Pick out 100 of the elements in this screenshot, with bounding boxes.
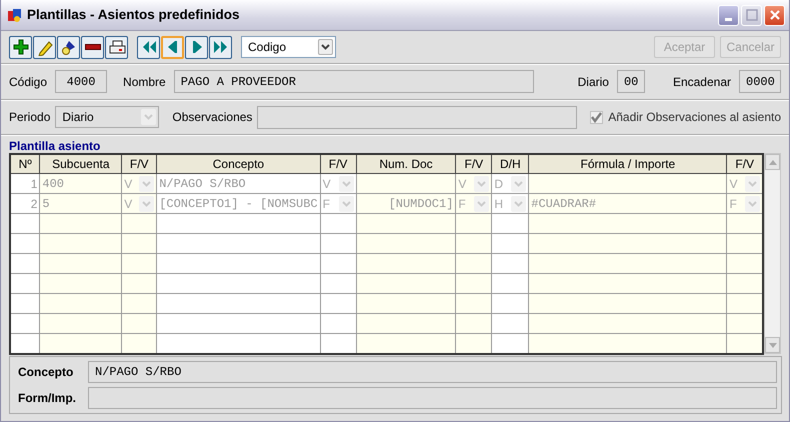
table-cell <box>122 274 157 294</box>
concept-field[interactable]: N/PAGO S/RBO <box>88 361 777 383</box>
table-cell <box>456 334 492 354</box>
table-cell <box>492 254 529 274</box>
window-title: Plantillas - Asientos predefinidos <box>27 6 241 24</box>
minus-button[interactable] <box>81 36 104 58</box>
caret-icon <box>514 200 524 206</box>
app-icon <box>7 7 23 23</box>
add-button[interactable] <box>9 36 32 58</box>
caret-icon <box>748 180 757 186</box>
column-header: Fórmula / Importe <box>528 154 727 174</box>
check-icon <box>591 112 602 122</box>
journal-field[interactable]: 00 <box>616 70 645 93</box>
minimize-icon <box>725 18 732 20</box>
table-cell <box>456 234 492 254</box>
table-cell <box>456 254 492 274</box>
printer-icon <box>108 38 126 56</box>
table-cell <box>726 294 763 314</box>
last-button[interactable] <box>209 36 232 58</box>
table-cell <box>320 254 356 274</box>
field-label: Form/Imp. <box>18 390 78 407</box>
table-cell <box>10 334 40 354</box>
caret-icon <box>477 200 486 206</box>
table-cell <box>122 234 157 254</box>
maximize-button[interactable] <box>741 4 762 26</box>
table-cell <box>456 274 492 294</box>
table-cell <box>320 334 356 354</box>
field-label: Diario <box>578 74 609 90</box>
table-cell <box>726 254 763 274</box>
table-cell <box>10 234 40 254</box>
table-cell <box>10 274 40 294</box>
table-cell <box>492 294 529 314</box>
field-label: Encadenar <box>672 74 731 90</box>
down-arrow-icon <box>768 342 776 348</box>
sort-select[interactable]: Codigo <box>241 36 336 58</box>
observations-field[interactable] <box>257 106 578 128</box>
field-label: Periodo <box>9 109 50 126</box>
caret-icon <box>342 180 351 186</box>
table-cell: [CONCEPTO1] - [NOMSUBC <box>156 194 320 214</box>
section-title: Plantilla asiento <box>9 140 102 153</box>
table-cell: N/PAGO S/RBO <box>156 174 320 194</box>
field-label: Observaciones <box>172 109 252 126</box>
last-icon <box>212 38 230 56</box>
table-cell <box>10 254 40 274</box>
table-cell: 5 <box>40 194 122 214</box>
pencil-button[interactable] <box>33 36 56 58</box>
table-cell <box>122 294 157 314</box>
table-cell <box>456 294 492 314</box>
caret-icon <box>321 44 330 50</box>
table-cell <box>320 294 356 314</box>
caret-icon <box>142 180 152 186</box>
printer-button[interactable] <box>105 36 128 58</box>
table-cell <box>122 314 157 334</box>
table-cell <box>726 274 763 294</box>
table-cell <box>320 314 356 334</box>
column-header: Num. Doc <box>356 154 456 174</box>
caret-icon <box>477 180 486 186</box>
caret-icon <box>142 200 152 206</box>
next-button[interactable] <box>185 36 208 58</box>
first-button[interactable] <box>137 36 160 58</box>
table-cell <box>456 314 492 334</box>
field-label: Código <box>9 74 48 90</box>
up-arrow-icon <box>768 160 776 164</box>
column-header: Subcuenta <box>40 154 122 174</box>
table-cell <box>492 334 529 354</box>
table-cell <box>10 294 40 314</box>
add-icon <box>12 38 30 56</box>
table-cell: 400 <box>40 174 122 194</box>
table-cell <box>122 334 157 354</box>
table-cell <box>726 314 763 334</box>
caret-icon <box>144 114 154 120</box>
table-cell <box>320 234 356 254</box>
table-cell: 2 <box>10 194 40 214</box>
column-header: F/V <box>726 154 763 174</box>
column-header: F/V <box>122 154 157 174</box>
caret-icon <box>514 180 524 186</box>
chain-field[interactable]: 0000 <box>739 70 781 93</box>
table-cell <box>122 254 157 274</box>
formula-field[interactable] <box>88 387 777 409</box>
field-label: Concepto <box>18 364 74 381</box>
name-field[interactable]: PAGO A PROVEEDOR <box>174 70 534 93</box>
table-cell <box>320 274 356 294</box>
maximize-icon <box>746 9 758 21</box>
close-button[interactable] <box>764 4 785 26</box>
column-header: F/V <box>320 154 356 174</box>
column-header: F/V <box>456 154 492 174</box>
column-header: D/H <box>492 154 529 174</box>
caret-icon <box>748 200 757 206</box>
minus-icon <box>84 44 100 50</box>
previous-button[interactable] <box>161 36 184 58</box>
table-cell <box>10 314 40 334</box>
table-cell: [NUMDOC1] <box>356 194 456 214</box>
table-cell <box>492 234 529 254</box>
minimize-button[interactable] <box>718 4 739 26</box>
flashlight-icon <box>60 38 78 56</box>
table-cell: 1 <box>10 174 40 194</box>
flashlight-button[interactable] <box>57 36 80 58</box>
column-header: Concepto <box>156 154 320 174</box>
table-cell <box>726 234 763 254</box>
code-field[interactable]: 4000 <box>55 70 108 93</box>
